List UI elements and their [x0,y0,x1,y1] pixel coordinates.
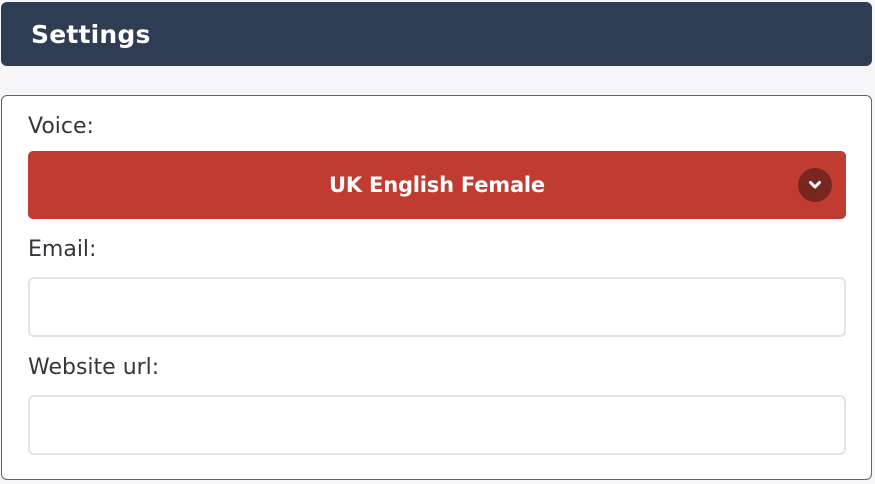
settings-header: Settings [1,2,872,66]
website-url-field[interactable] [28,395,846,455]
chevron-down-glyph [809,181,821,189]
voice-select[interactable]: UK English Female [28,151,846,219]
page-title: Settings [31,19,151,49]
voice-selected-value: UK English Female [329,173,545,197]
email-label: Email: [28,237,97,262]
voice-label: Voice: [28,114,94,139]
email-field[interactable] [28,277,846,337]
settings-panel: Voice: UK English Female Email: Website … [1,95,872,480]
website-url-label: Website url: [28,355,160,380]
chevron-down-icon[interactable] [798,168,832,202]
settings-page: Settings Voice: UK English Female Email:… [0,0,875,484]
